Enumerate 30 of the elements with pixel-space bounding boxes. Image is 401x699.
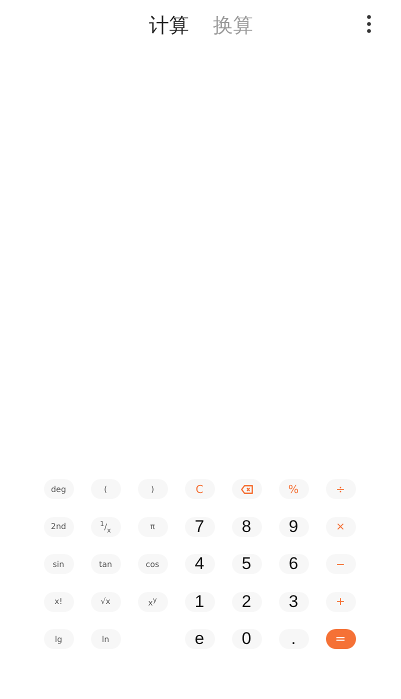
more-menu-icon[interactable] bbox=[367, 15, 371, 33]
calculator-key[interactable]: ln bbox=[90, 629, 120, 650]
calculator-key[interactable]: ( bbox=[90, 479, 120, 500]
calculator-key[interactable]: 7 bbox=[184, 516, 214, 537]
calculator-key[interactable]: deg bbox=[44, 479, 74, 500]
calculator-key[interactable]: tan bbox=[90, 554, 120, 574]
calculator-key[interactable]: 6 bbox=[278, 554, 308, 574]
calculator-key[interactable]: 5 bbox=[232, 554, 262, 574]
calculator-key[interactable]: x! bbox=[44, 592, 74, 612]
calculator-key[interactable]: 8 bbox=[232, 516, 262, 537]
backspace-button[interactable] bbox=[232, 479, 262, 500]
calculator-key[interactable]: cos bbox=[138, 554, 168, 574]
calculator-key[interactable]: lg bbox=[44, 629, 74, 650]
calculator-key[interactable]: x$^{y}$ bbox=[138, 592, 168, 612]
calculator-key[interactable]: 2 bbox=[232, 592, 262, 612]
calculator-key[interactable]: 3 bbox=[278, 592, 308, 612]
calculator-key[interactable]: 1 bbox=[184, 592, 214, 612]
calculator-key[interactable]: 0 bbox=[232, 629, 262, 650]
calculator-key[interactable]: 2nd bbox=[44, 516, 74, 537]
calculator-key[interactable]: π bbox=[138, 516, 168, 537]
calculator-key[interactable]: . bbox=[278, 629, 308, 650]
mode-tab[interactable]: 计算 bbox=[149, 12, 189, 38]
calculator-key[interactable]: 4 bbox=[184, 554, 214, 574]
calculator-key[interactable]: ) bbox=[138, 479, 168, 500]
calculator-key[interactable]: √x bbox=[90, 592, 120, 612]
calculator-key[interactable]: $^{1}$/$_{x}$ bbox=[90, 516, 120, 537]
calculator-key[interactable]: e bbox=[184, 629, 214, 650]
calculator-key[interactable]: sin bbox=[44, 554, 74, 574]
backspace-icon bbox=[240, 484, 252, 494]
calculator-key[interactable]: 9 bbox=[278, 516, 308, 537]
